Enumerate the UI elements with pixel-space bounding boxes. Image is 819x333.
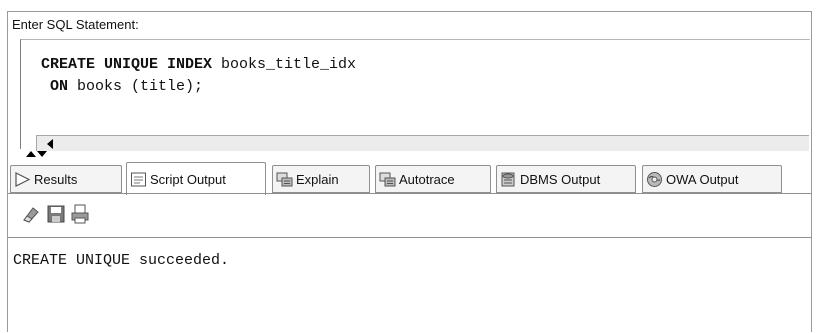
tab-script-output[interactable]: Script Output	[126, 162, 266, 195]
tab-owa-output[interactable]: OWA Output	[642, 165, 782, 193]
tab-results-label: Results	[34, 171, 78, 187]
keyword-on: ON	[50, 78, 69, 95]
eraser-icon	[23, 207, 39, 223]
tab-results[interactable]: Results	[10, 165, 122, 193]
tab-explain[interactable]: Explain	[272, 165, 370, 193]
index-name-text: books_title_idx	[212, 56, 357, 73]
autotrace-icon	[379, 172, 396, 186]
tabbar-baseline	[8, 193, 811, 194]
table-column-text: books (title);	[68, 78, 204, 95]
output-toolbar	[8, 195, 811, 238]
tab-dbms-output[interactable]: DBMS Output	[496, 165, 636, 193]
horizontal-scrollbar[interactable]	[36, 135, 809, 151]
splitter-down-icon[interactable]	[37, 151, 47, 157]
output-tabbar: Results Script Output Explain Autotrace …	[8, 159, 811, 195]
save-icon	[47, 205, 65, 223]
splitter-up-icon[interactable]	[26, 151, 36, 157]
dbms-output-icon	[501, 172, 515, 186]
script-output-text: CREATE UNIQUE succeeded.	[13, 252, 230, 269]
tab-dbms-output-label: DBMS Output	[520, 171, 601, 187]
tab-script-output-label: Script Output	[150, 171, 226, 187]
panel-splitter[interactable]	[20, 151, 810, 157]
sql-editor[interactable]: CREATE UNIQUE INDEX books_title_idx ON b…	[20, 39, 810, 149]
explain-icon	[276, 172, 293, 186]
results-play-icon	[15, 171, 31, 187]
script-output-icon	[131, 172, 146, 186]
code-line-1: CREATE UNIQUE INDEX books_title_idx	[41, 56, 356, 73]
script-output-area[interactable]: CREATE UNIQUE succeeded.	[8, 238, 811, 333]
keyword-create-unique-index: CREATE UNIQUE INDEX	[41, 56, 213, 73]
print-icon	[71, 204, 89, 224]
print-button[interactable]	[69, 203, 91, 225]
scroll-left-icon[interactable]	[43, 138, 57, 149]
tab-owa-output-label: OWA Output	[666, 171, 739, 187]
tab-explain-label: Explain	[296, 171, 339, 187]
save-button[interactable]	[45, 203, 67, 225]
code-line-2: ON books (title);	[41, 78, 203, 95]
sql-code[interactable]: CREATE UNIQUE INDEX books_title_idx ON b…	[41, 54, 356, 98]
sql-worksheet-panel: Enter SQL Statement: CREATE UNIQUE INDEX…	[7, 11, 812, 333]
clear-button[interactable]	[20, 203, 42, 225]
tab-autotrace[interactable]: Autotrace	[375, 165, 491, 193]
owa-output-icon	[647, 171, 662, 187]
tab-autotrace-label: Autotrace	[399, 171, 455, 187]
enter-sql-label: Enter SQL Statement:	[12, 17, 139, 32]
